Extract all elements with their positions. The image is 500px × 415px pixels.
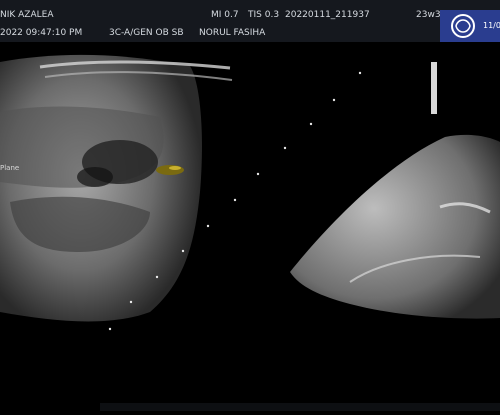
image-annotation: Plane bbox=[0, 164, 20, 172]
corner-number: 11/0 bbox=[483, 21, 500, 30]
probe-preset: 3C-A/GEN OB SB bbox=[109, 28, 184, 38]
operator-name: NORUL FASIHA bbox=[199, 28, 266, 38]
ultrasound-image: Plane bbox=[0, 42, 500, 411]
vendor-logo: 11/0 bbox=[440, 10, 500, 42]
patient-name: NIK AZALEA bbox=[0, 10, 54, 20]
info-header-bar: NIK AZALEA MI 0.7 TIS 0.3 20220111_21193… bbox=[0, 0, 500, 42]
exam-datetime: 2022 09:47:10 PM bbox=[0, 28, 83, 38]
ultrasound-scan bbox=[0, 42, 500, 411]
logo-icon bbox=[451, 14, 475, 38]
bottom-strip bbox=[100, 403, 500, 411]
thermal-index: TIS 0.3 bbox=[248, 10, 280, 20]
exam-id: 20220111_211937 bbox=[285, 10, 370, 20]
mechanical-index: MI 0.7 bbox=[211, 10, 239, 20]
